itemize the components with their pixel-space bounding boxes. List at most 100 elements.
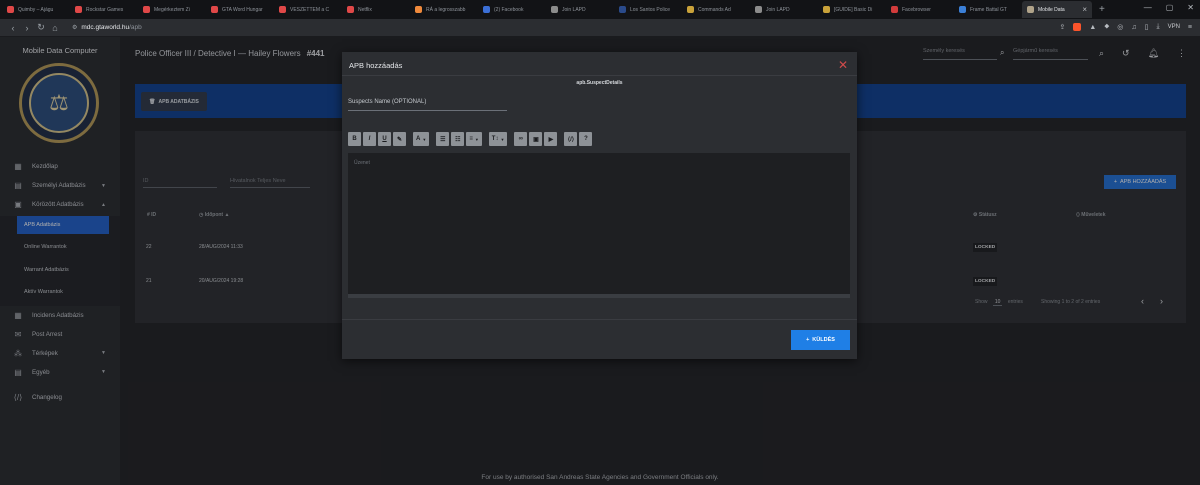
browser-tab[interactable]: Join LAPD bbox=[546, 1, 613, 18]
forward-icon[interactable]: › bbox=[20, 23, 34, 33]
suspect-details-label: apb.SuspectDetails bbox=[576, 80, 623, 86]
browser-tab[interactable]: VESZETTEM a C bbox=[274, 1, 341, 18]
underline-button[interactable]: U bbox=[378, 132, 391, 146]
tab-label: [GUIDE] Basic Di bbox=[834, 6, 873, 13]
url-path: /apb bbox=[129, 24, 142, 31]
browser-tab[interactable]: Frame Battal GT bbox=[954, 1, 1021, 18]
download-icon[interactable]: ⤓ bbox=[1156, 23, 1159, 31]
close-icon[interactable]: ✕ bbox=[838, 58, 848, 72]
browser-toolbar: ⇪ ▲ ⬥ ◎ ♫ ▯ ⤓ VPN ≡ bbox=[1060, 23, 1192, 31]
browser-tab[interactable]: (2) Facebook bbox=[478, 1, 545, 18]
link-button[interactable]: ∞ bbox=[514, 132, 528, 146]
favicon-icon bbox=[891, 6, 898, 13]
wallet-icon[interactable]: ◎ bbox=[1117, 23, 1123, 31]
browser-tab[interactable]: [GUIDE] Basic Di bbox=[818, 1, 885, 18]
rewards-icon[interactable]: ▲ bbox=[1089, 24, 1096, 31]
url-field[interactable]: ⚙ mdc.gtaworld.hu /apb bbox=[72, 24, 142, 31]
address-bar: ‹ › ↻ ⌂ ⚙ mdc.gtaworld.hu /apb ⇪ ▲ ⬥ ◎ ♫… bbox=[0, 19, 1200, 37]
editor-resize-handle[interactable] bbox=[348, 294, 850, 298]
tab-label: Join LAPD bbox=[766, 6, 790, 13]
browser-tab[interactable]: Los Santos Police bbox=[614, 1, 681, 18]
italic-button[interactable]: I bbox=[363, 132, 376, 146]
apb-add-modal: APB hozzáadás ✕ apb.SuspectDetails Suspe… bbox=[342, 52, 857, 359]
favicon-icon bbox=[687, 6, 694, 13]
reload-icon[interactable]: ↻ bbox=[34, 22, 48, 33]
tab-label: Commands Ad bbox=[698, 6, 731, 13]
send-button[interactable]: + KÜLDÉS bbox=[791, 330, 850, 350]
window-controls: — ▢ ✕ bbox=[1144, 3, 1194, 12]
favicon-icon bbox=[619, 6, 626, 13]
tab-label: (2) Facebook bbox=[494, 6, 524, 13]
favicon-icon bbox=[755, 6, 762, 13]
tab-label: Los Santos Police bbox=[630, 6, 671, 13]
tab-label: Quimby – Ajágu bbox=[18, 6, 54, 13]
browser-tab-strip: Quimby – Ajágu Rockstar Games Megérkeztem … bbox=[0, 0, 1200, 19]
bold-button[interactable]: B bbox=[348, 132, 361, 146]
url-host: mdc.gtaworld.hu bbox=[81, 24, 130, 31]
tab-label: Megérkeztem Zi bbox=[154, 6, 190, 13]
browser-tab[interactable]: Rockstar Games bbox=[70, 1, 137, 18]
home-icon[interactable]: ⌂ bbox=[48, 23, 62, 33]
message-editor[interactable]: Üzenet bbox=[348, 153, 850, 294]
editor-placeholder: Üzenet bbox=[354, 160, 370, 166]
tab-close-icon[interactable]: × bbox=[1082, 5, 1087, 14]
chevron-down-icon: ▼ bbox=[422, 136, 427, 142]
modal-title: APB hozzáadás bbox=[349, 61, 403, 70]
browser-tab[interactable]: Quimby – Ajágu bbox=[2, 1, 69, 18]
music-icon[interactable]: ♫ bbox=[1131, 24, 1136, 31]
favicon-icon bbox=[1027, 6, 1034, 13]
favicon-icon bbox=[75, 6, 82, 13]
tab-label: Join LAPD bbox=[562, 6, 586, 13]
font-size-button[interactable]: T↕ ▼ bbox=[488, 132, 508, 146]
modal-divider bbox=[342, 319, 857, 320]
favicon-icon bbox=[143, 6, 150, 13]
browser-tab[interactable]: Join LAPD bbox=[750, 1, 817, 18]
vpn-label[interactable]: VPN bbox=[1168, 24, 1180, 30]
favicon-icon bbox=[211, 6, 218, 13]
back-icon[interactable]: ‹ bbox=[6, 23, 20, 33]
tab-label: Frame Battal GT bbox=[970, 6, 1007, 13]
code-view-button[interactable]: ⟨/⟩ bbox=[564, 132, 578, 146]
paragraph-align-button[interactable]: ≡ ▼ bbox=[466, 132, 482, 146]
favicon-icon bbox=[347, 6, 354, 13]
minimize-icon[interactable]: — bbox=[1144, 3, 1152, 12]
maximize-icon[interactable]: ▢ bbox=[1166, 3, 1174, 12]
ordered-list-button[interactable]: ☷ bbox=[451, 132, 465, 146]
tab-label: Rockstar Games bbox=[86, 6, 124, 13]
browser-tab[interactable]: Commands Ad bbox=[682, 1, 749, 18]
extension-icon[interactable]: ⬥ bbox=[1104, 23, 1109, 31]
brave-shield-icon[interactable] bbox=[1073, 23, 1082, 31]
browser-tab[interactable]: Facebrowser bbox=[886, 1, 953, 18]
tab-label: Mobile Data bbox=[1038, 6, 1065, 13]
favicon-icon bbox=[415, 6, 422, 13]
site-info-icon[interactable]: ⚙ bbox=[72, 24, 77, 31]
tab-label: RÁ a legrosszabb bbox=[426, 6, 466, 13]
font-color-button[interactable]: A ▼ bbox=[413, 132, 430, 146]
video-button[interactable]: ▶ bbox=[544, 132, 558, 146]
image-button[interactable]: ▣ bbox=[529, 132, 543, 146]
browser-tab[interactable]: Megérkeztem Zi bbox=[138, 1, 205, 18]
tab-label: Facebrowser bbox=[902, 6, 931, 13]
browser-tab-active[interactable]: Mobile Data × bbox=[1022, 1, 1092, 18]
favicon-icon bbox=[483, 6, 490, 13]
new-tab-icon[interactable]: + bbox=[1093, 4, 1111, 15]
bullet-list-button[interactable]: ☰ bbox=[436, 132, 450, 146]
chevron-down-icon: ▼ bbox=[474, 136, 479, 142]
sidebar-toggle-icon[interactable]: ▯ bbox=[1145, 23, 1149, 31]
favicon-icon bbox=[7, 6, 14, 13]
browser-tab[interactable]: GTA Word Hungar bbox=[206, 1, 273, 18]
browser-tab[interactable]: RÁ a legrosszabb bbox=[410, 1, 477, 18]
help-button[interactable]: ? bbox=[579, 132, 593, 146]
editor-toolbar: B I U ✎ A ▼ ☰ ☷ ≡ ▼ T↕ ▼ ∞ ▣ ▶ ⟨/⟩ ? bbox=[348, 132, 593, 146]
close-window-icon[interactable]: ✕ bbox=[1187, 3, 1194, 12]
modal-divider bbox=[342, 75, 857, 76]
suspect-name-input[interactable]: Suspects Name (OPTIONAL) bbox=[348, 99, 507, 111]
menu-icon[interactable]: ≡ bbox=[1188, 24, 1192, 31]
browser-tab[interactable]: Netflix bbox=[342, 1, 409, 18]
clear-format-button[interactable]: ✎ bbox=[393, 132, 406, 146]
chevron-down-icon: ▼ bbox=[500, 136, 505, 142]
favicon-icon bbox=[551, 6, 558, 13]
tab-label: Netflix bbox=[358, 6, 372, 13]
share-icon[interactable]: ⇪ bbox=[1060, 23, 1066, 31]
favicon-icon bbox=[959, 6, 966, 13]
